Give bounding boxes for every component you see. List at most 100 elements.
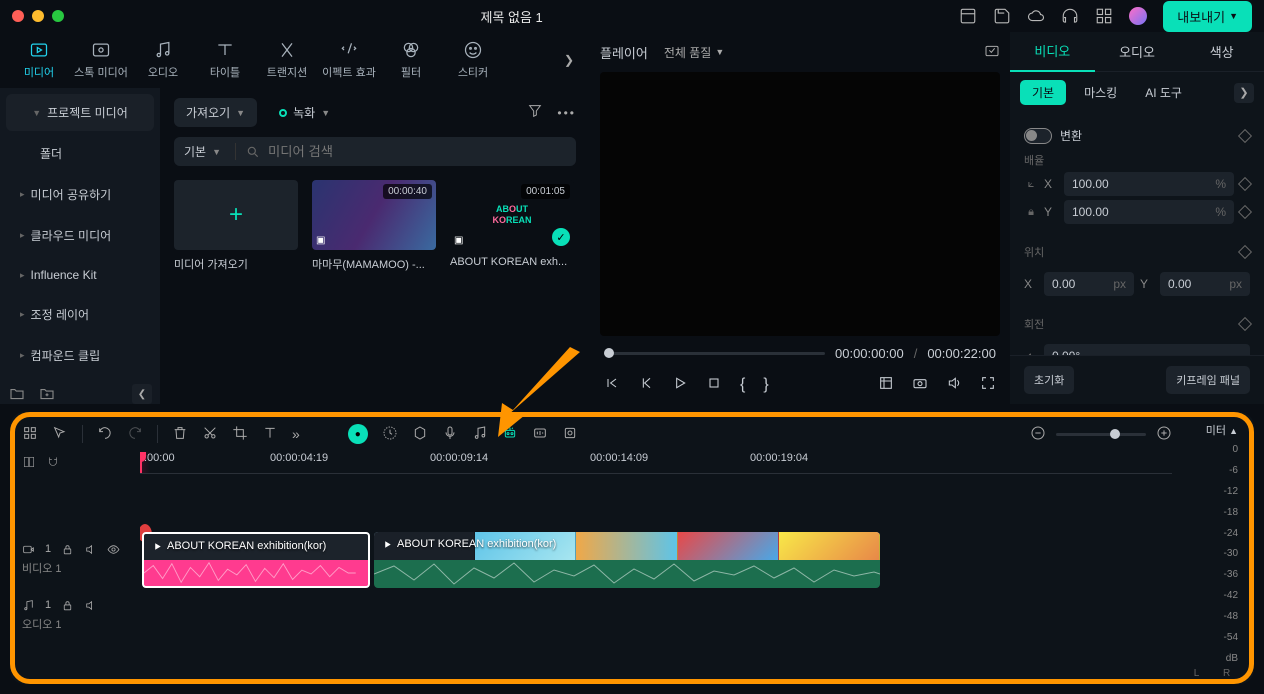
delete-icon[interactable] (172, 425, 188, 444)
export-button[interactable]: 내보내기 ▼ (1163, 1, 1252, 32)
timeline-clip-2[interactable]: ABOUT KOREAN exhibition(kor) (374, 532, 880, 588)
visibility-icon[interactable] (107, 543, 120, 556)
text-tool-icon[interactable] (262, 425, 278, 444)
tab-audio[interactable]: 오디오 (132, 34, 194, 86)
lock-icon[interactable]: 🔒︎ (1024, 206, 1038, 219)
sidebar-influence-kit[interactable]: ▸Influence Kit (6, 258, 154, 292)
cut-icon[interactable] (202, 425, 218, 444)
subtab-ai[interactable]: AI 도구 (1135, 80, 1192, 105)
apps-icon[interactable] (1095, 7, 1113, 25)
tabs-more-chevron-icon[interactable]: ❯ (556, 45, 582, 75)
step-back-icon[interactable] (638, 375, 654, 394)
mute-icon[interactable] (84, 543, 97, 556)
maximize-window-icon[interactable] (52, 10, 64, 22)
minimize-window-icon[interactable] (32, 10, 44, 22)
volume-icon[interactable] (946, 375, 962, 394)
tab-filters[interactable]: 필터 (380, 34, 442, 86)
tab-transition[interactable]: 트랜지션 (256, 34, 318, 86)
sidebar-compound-clip[interactable]: ▸컴파운드 클립 (6, 337, 154, 374)
sidebar-adjust-layer[interactable]: ▸조정 레이어 (6, 296, 154, 333)
select-tool-icon[interactable] (52, 425, 68, 444)
playhead[interactable] (140, 452, 142, 473)
scale-y-input[interactable]: 100.00% (1064, 200, 1234, 224)
keyframe-diamond-icon[interactable] (1238, 205, 1252, 219)
transform-toggle[interactable] (1024, 128, 1052, 144)
prev-frame-icon[interactable] (604, 375, 620, 394)
close-window-icon[interactable] (12, 10, 24, 22)
media-card-mamamoo[interactable]: 00:00:40 ▣ 마마무(MAMAMOO) -... (312, 180, 436, 272)
new-bin-icon[interactable] (38, 385, 56, 403)
sidebar-cloud-media[interactable]: ▸클라우드 미디어 (6, 217, 154, 254)
view-mode-select[interactable]: 기본 ▼ (184, 143, 236, 160)
tab-titles[interactable]: 타이틀 (194, 34, 256, 86)
stop-icon[interactable] (706, 375, 722, 394)
search-input[interactable] (268, 144, 566, 159)
prop-tab-audio[interactable]: 오디오 (1095, 32, 1180, 71)
pos-y-input[interactable]: 0.00px (1160, 272, 1250, 296)
play-icon[interactable] (672, 375, 688, 394)
marker-icon[interactable] (412, 425, 428, 444)
sidebar-project-media[interactable]: ▼ 프로젝트 미디어 (6, 94, 154, 131)
cloud-icon[interactable] (1027, 7, 1045, 25)
mark-out-icon[interactable]: } (763, 376, 768, 394)
zoom-slider[interactable] (1056, 433, 1146, 436)
filter-icon[interactable] (527, 103, 543, 122)
sidebar-share-media[interactable]: ▸미디어 공유하기 (6, 176, 154, 213)
sidebar-folder[interactable]: 폴더 (6, 135, 154, 172)
camera-icon[interactable] (912, 375, 928, 394)
ai-badge-icon[interactable]: ● (348, 424, 368, 444)
prop-tab-color[interactable]: 색상 (1179, 32, 1264, 71)
scale-x-input[interactable]: 100.00% (1064, 172, 1234, 196)
rotation-input[interactable]: 0.00° (1044, 344, 1250, 355)
keyframe-diamond-icon[interactable] (1238, 177, 1252, 191)
tab-stock[interactable]: 스톡 미디어 (70, 34, 132, 86)
record-dropdown[interactable]: 녹화 ▼ (267, 98, 342, 127)
zoom-out-icon[interactable] (1030, 425, 1046, 444)
speed-icon[interactable] (382, 425, 398, 444)
layout-icon[interactable] (959, 7, 977, 25)
crop-preview-icon[interactable] (878, 375, 894, 394)
import-dropdown[interactable]: 가져오기 ▼ (174, 98, 257, 127)
subtab-more-icon[interactable]: ❯ (1234, 83, 1254, 103)
tab-stickers[interactable]: 스티커 (442, 34, 504, 86)
profile-avatar[interactable] (1129, 7, 1147, 25)
save-icon[interactable] (993, 7, 1011, 25)
link-icon[interactable]: ⟀ (1024, 178, 1038, 191)
fullscreen-icon[interactable] (980, 375, 996, 394)
magnet-icon[interactable] (46, 455, 60, 472)
reset-button[interactable]: 초기화 (1024, 366, 1074, 394)
tab-media[interactable]: 미디어 (8, 34, 70, 86)
import-media-card[interactable]: + 미디어 가져오기 (174, 180, 298, 272)
progress-slider[interactable] (604, 352, 825, 355)
prop-tab-video[interactable]: 비디오 (1010, 31, 1095, 72)
keyframe-diamond-icon[interactable] (1238, 245, 1252, 259)
keyframe-panel-button[interactable]: 키프레임 패널 (1166, 366, 1250, 394)
media-card-about-korean[interactable]: ABOUTKOREAN 00:01:05 ▣ ✓ ABOUT KOREAN ex… (450, 180, 574, 272)
time-ruler[interactable]: :00:00 00:00:04:19 00:00:09:14 00:00:14:… (140, 452, 1172, 474)
lock-icon[interactable] (61, 543, 74, 556)
mark-in-icon[interactable]: { (740, 376, 745, 394)
pos-x-input[interactable]: 0.00px (1044, 272, 1134, 296)
sidebar-collapse-icon[interactable]: ❮ (132, 384, 152, 404)
music-icon[interactable] (472, 425, 488, 444)
preview-viewport[interactable] (600, 72, 1000, 336)
undo-icon[interactable] (97, 425, 113, 444)
keyframe-diamond-icon[interactable] (1238, 317, 1252, 331)
timeline-clip-1[interactable]: ABOUT KOREAN exhibition(kor) (142, 532, 370, 588)
subtab-basic[interactable]: 기본 (1020, 80, 1066, 105)
subtab-masking[interactable]: 마스킹 (1074, 80, 1127, 105)
grid-icon[interactable] (22, 425, 38, 444)
snapshot-icon[interactable] (984, 43, 1000, 62)
track-area[interactable]: :00:00 00:00:04:19 00:00:09:14 00:00:14:… (140, 452, 1172, 674)
more-tools-icon[interactable]: » (292, 426, 300, 442)
timeline-layout-icon[interactable] (22, 455, 36, 472)
mute-icon[interactable] (84, 599, 97, 612)
lock-icon[interactable] (61, 599, 74, 612)
quality-select[interactable]: 전체 품질▼ (664, 44, 724, 61)
crop-tool-icon[interactable] (232, 425, 248, 444)
headphones-icon[interactable] (1061, 7, 1079, 25)
zoom-in-icon[interactable] (1156, 425, 1172, 444)
more-icon[interactable]: ••• (557, 106, 576, 120)
mic-icon[interactable] (442, 425, 458, 444)
new-folder-icon[interactable] (8, 385, 26, 403)
